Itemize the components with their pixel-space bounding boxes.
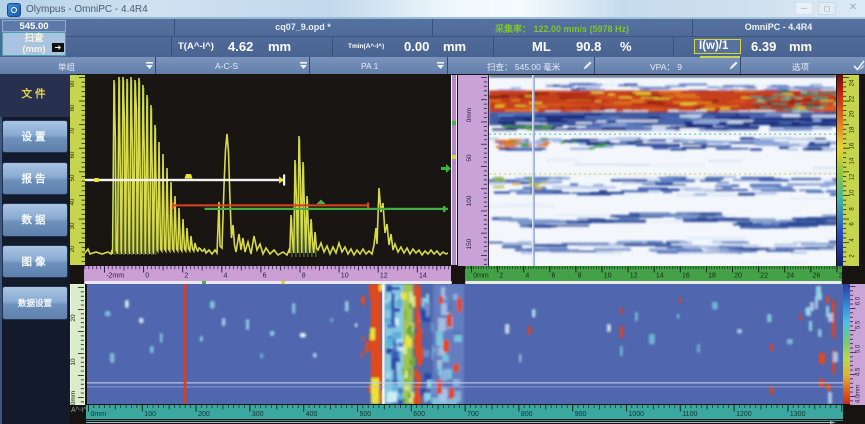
svg-text:1300: 1300 (790, 411, 806, 418)
svg-text:2: 2 (184, 272, 188, 279)
svg-text:28: 28 (839, 272, 842, 279)
svg-text:80: 80 (70, 104, 76, 111)
svg-text:90: 90 (70, 80, 76, 87)
svg-text:0mm: 0mm (91, 411, 107, 418)
svg-text:0: 0 (145, 272, 149, 279)
svg-text:12: 12 (380, 272, 388, 279)
svg-text:400: 400 (306, 411, 318, 418)
svg-text:22: 22 (850, 95, 856, 102)
svg-text:60: 60 (70, 151, 76, 158)
svg-text:100: 100 (466, 195, 473, 206)
svg-text:1100: 1100 (682, 411, 697, 418)
svg-text:24: 24 (850, 79, 856, 86)
svg-text:22: 22 (760, 272, 768, 279)
svg-text:8: 8 (302, 272, 306, 279)
svg-text:700: 700 (467, 411, 479, 418)
svg-text:18: 18 (850, 126, 856, 133)
svg-text:8: 8 (578, 272, 582, 279)
svg-text:14: 14 (656, 272, 664, 279)
svg-text:5.0: 5.0 (856, 344, 862, 353)
svg-text:5.5: 5.5 (856, 320, 862, 329)
svg-text:4.0mm: 4.0mm (856, 385, 862, 403)
svg-text:10: 10 (850, 189, 856, 196)
svg-text:18: 18 (708, 272, 716, 279)
svg-text:16: 16 (682, 272, 690, 279)
svg-text:16: 16 (850, 142, 856, 149)
svg-text:10: 10 (604, 272, 612, 279)
svg-text:10: 10 (341, 272, 349, 279)
svg-text:0mm: 0mm (70, 391, 77, 405)
svg-text:30: 30 (70, 222, 76, 229)
svg-text:500: 500 (360, 411, 372, 418)
svg-text:4.5: 4.5 (856, 367, 862, 376)
svg-text:70: 70 (70, 127, 76, 134)
svg-text:10: 10 (70, 358, 77, 366)
svg-text:20: 20 (850, 110, 856, 117)
svg-text:20: 20 (70, 314, 77, 322)
svg-text:150: 150 (466, 238, 473, 249)
svg-text:12: 12 (850, 173, 856, 180)
svg-text:4: 4 (224, 272, 228, 279)
svg-text:50: 50 (466, 154, 473, 162)
svg-text:1000: 1000 (629, 411, 645, 418)
svg-text:4: 4 (525, 272, 529, 279)
svg-text:100: 100 (144, 411, 156, 418)
svg-text:50: 50 (70, 174, 76, 181)
svg-text:0mm: 0mm (473, 272, 489, 279)
svg-text:6.0: 6.0 (856, 296, 862, 305)
svg-text:1200: 1200 (736, 411, 752, 418)
svg-text:6: 6 (263, 272, 267, 279)
svg-text:40: 40 (70, 198, 76, 205)
svg-text:6: 6 (552, 272, 556, 279)
svg-text:0mm: 0mm (466, 108, 473, 122)
svg-text:2: 2 (499, 272, 503, 279)
svg-text:200: 200 (198, 411, 210, 418)
svg-text:-2mm: -2mm (106, 272, 124, 279)
svg-text:26: 26 (813, 272, 821, 279)
svg-text:20: 20 (70, 245, 76, 252)
svg-text:900: 900 (575, 411, 587, 418)
svg-text:12: 12 (630, 272, 638, 279)
svg-text:300: 300 (252, 411, 264, 418)
svg-text:24: 24 (786, 272, 794, 279)
svg-text:14: 14 (850, 157, 856, 164)
svg-text:14: 14 (419, 272, 427, 279)
svg-text:20: 20 (734, 272, 742, 279)
svg-text:800: 800 (521, 411, 533, 418)
svg-text:600: 600 (413, 411, 425, 418)
